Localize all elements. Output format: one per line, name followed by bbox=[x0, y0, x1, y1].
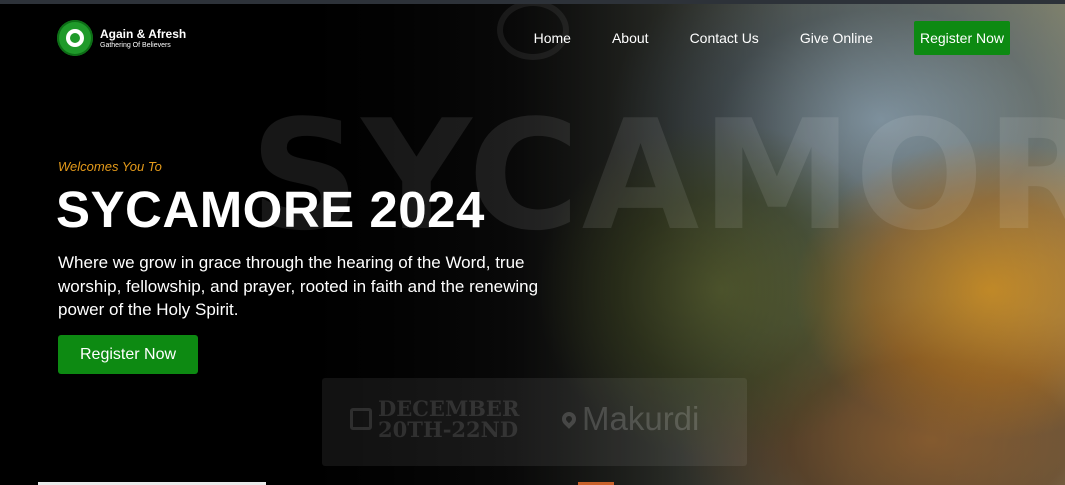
event-date-days: 20TH-22ND bbox=[378, 417, 519, 442]
site-logo[interactable]: Again & Afresh Gathering Of Believers bbox=[57, 20, 186, 56]
nav-contact-us[interactable]: Contact Us bbox=[690, 21, 759, 55]
nav-about[interactable]: About bbox=[612, 21, 649, 55]
hero-eyebrow: Welcomes You To bbox=[58, 159, 162, 174]
event-date-month: DECEMBER bbox=[378, 396, 520, 421]
top-bar bbox=[0, 0, 1065, 4]
logo-tagline: Gathering Of Believers bbox=[100, 41, 171, 49]
nav-home[interactable]: Home bbox=[534, 21, 571, 55]
hero-section: SYCAMORE DECEMBER 20TH-22ND Makurdi Agai… bbox=[0, 0, 1065, 485]
event-location-text: Makurdi bbox=[582, 400, 700, 437]
event-date-text: DECEMBER 20TH-22ND bbox=[378, 398, 519, 440]
map-pin-icon bbox=[559, 409, 579, 429]
nav-register-button[interactable]: Register Now bbox=[913, 21, 1010, 55]
logo-icon bbox=[57, 20, 93, 56]
event-location: Makurdi bbox=[559, 400, 700, 438]
hero-register-button[interactable]: Register Now bbox=[58, 335, 198, 374]
event-date: DECEMBER 20TH-22ND bbox=[350, 398, 519, 440]
logo-name: Again & Afresh bbox=[100, 26, 187, 41]
main-nav: Home About Contact Us Give Online Regist… bbox=[534, 21, 1010, 55]
hero-title: SYCAMORE 2024 bbox=[56, 181, 485, 238]
hero-description: Where we grow in grace through the heari… bbox=[58, 253, 539, 319]
calendar-icon bbox=[350, 408, 372, 430]
nav-give-online[interactable]: Give Online bbox=[800, 21, 873, 55]
